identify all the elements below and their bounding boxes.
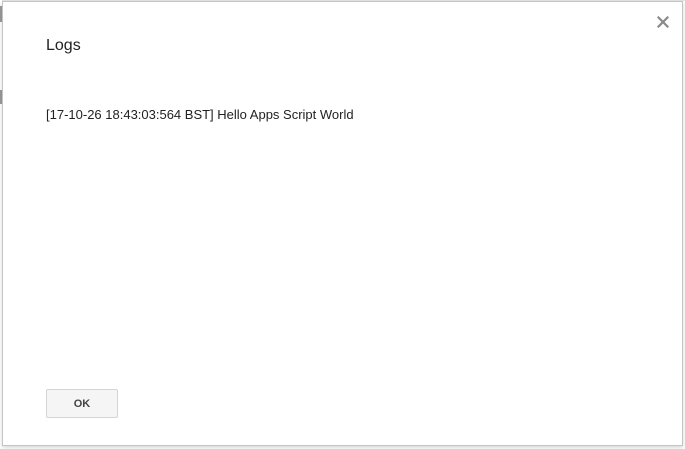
close-icon [656, 15, 670, 33]
log-output: [17-10-26 18:43:03:564 BST] Hello Apps S… [46, 75, 646, 155]
logs-dialog: Logs [17-10-26 18:43:03:564 BST] Hello A… [2, 1, 683, 446]
dialog-title: Logs [46, 37, 81, 54]
close-button[interactable] [654, 15, 672, 33]
page-root: Logs [17-10-26 18:43:03:564 BST] Hello A… [0, 0, 685, 449]
log-entry: [17-10-26 18:43:03:564 BST] Hello Apps S… [46, 107, 354, 122]
ok-button[interactable]: OK [46, 389, 118, 418]
